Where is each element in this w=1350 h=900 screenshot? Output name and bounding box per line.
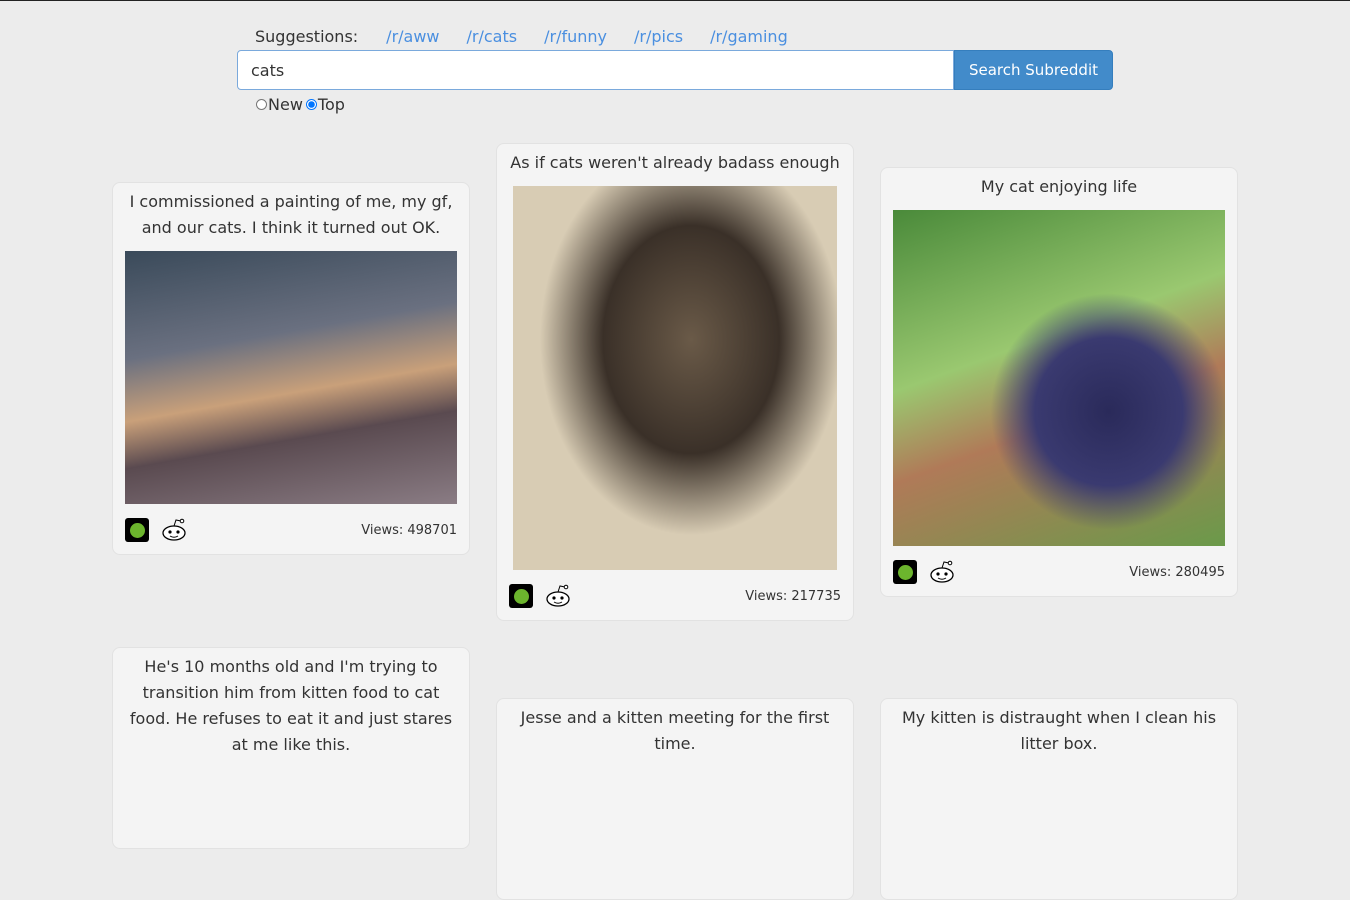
post-card: As if cats weren't already badass enough… — [496, 143, 854, 621]
suggestion-gaming[interactable]: /r/gaming — [710, 27, 788, 46]
suggestions: Suggestions: /r/aww /r/cats /r/funny /r/… — [255, 27, 815, 46]
post-title: I commissioned a painting of me, my gf, … — [129, 192, 453, 237]
suggestion-pics[interactable]: /r/pics — [634, 27, 683, 46]
suggestions-label: Suggestions: — [255, 27, 359, 46]
suggestion-aww[interactable]: /r/aww — [386, 27, 439, 46]
subreddit-input[interactable] — [237, 50, 954, 90]
search-subreddit-button[interactable]: Search Subreddit — [954, 50, 1113, 90]
imgur-icon[interactable] — [893, 560, 917, 584]
post-card: My kitten is distraught when I clean his… — [880, 698, 1238, 900]
post-card: I commissioned a painting of me, my gf, … — [112, 182, 470, 555]
post-image[interactable] — [513, 186, 837, 570]
view-count: Views: 217735 — [745, 588, 841, 604]
reddit-icon[interactable] — [928, 560, 956, 584]
reddit-icon[interactable] — [544, 584, 572, 608]
post-title: Jesse and a kitten meeting for the first… — [520, 708, 830, 753]
search-bar: Search Subreddit — [237, 50, 1113, 90]
radio-top[interactable] — [305, 99, 317, 110]
radio-top-label: Top — [317, 95, 345, 114]
sort-options: New Top — [256, 95, 345, 114]
view-count: Views: 280495 — [1129, 564, 1225, 580]
post-card: Jesse and a kitten meeting for the first… — [496, 698, 854, 900]
post-title: My cat enjoying life — [980, 177, 1138, 196]
radio-new[interactable] — [256, 99, 267, 110]
post-card: He's 10 months old and I'm trying to tra… — [112, 647, 470, 849]
imgur-icon[interactable] — [509, 584, 533, 608]
radio-new-label: New — [268, 95, 303, 114]
post-title: My kitten is distraught when I clean his… — [901, 708, 1217, 753]
post-image[interactable] — [893, 210, 1225, 546]
suggestion-cats[interactable]: /r/cats — [467, 27, 518, 46]
reddit-icon[interactable] — [160, 518, 188, 542]
suggestion-funny[interactable]: /r/funny — [544, 27, 607, 46]
post-title: As if cats weren't already badass enough — [510, 153, 840, 172]
imgur-icon[interactable] — [125, 518, 149, 542]
post-card: My cat enjoying life Views: 280495 — [880, 167, 1238, 597]
view-count: Views: 498701 — [361, 522, 457, 538]
post-image[interactable] — [125, 251, 457, 504]
post-title: He's 10 months old and I'm trying to tra… — [129, 657, 453, 754]
